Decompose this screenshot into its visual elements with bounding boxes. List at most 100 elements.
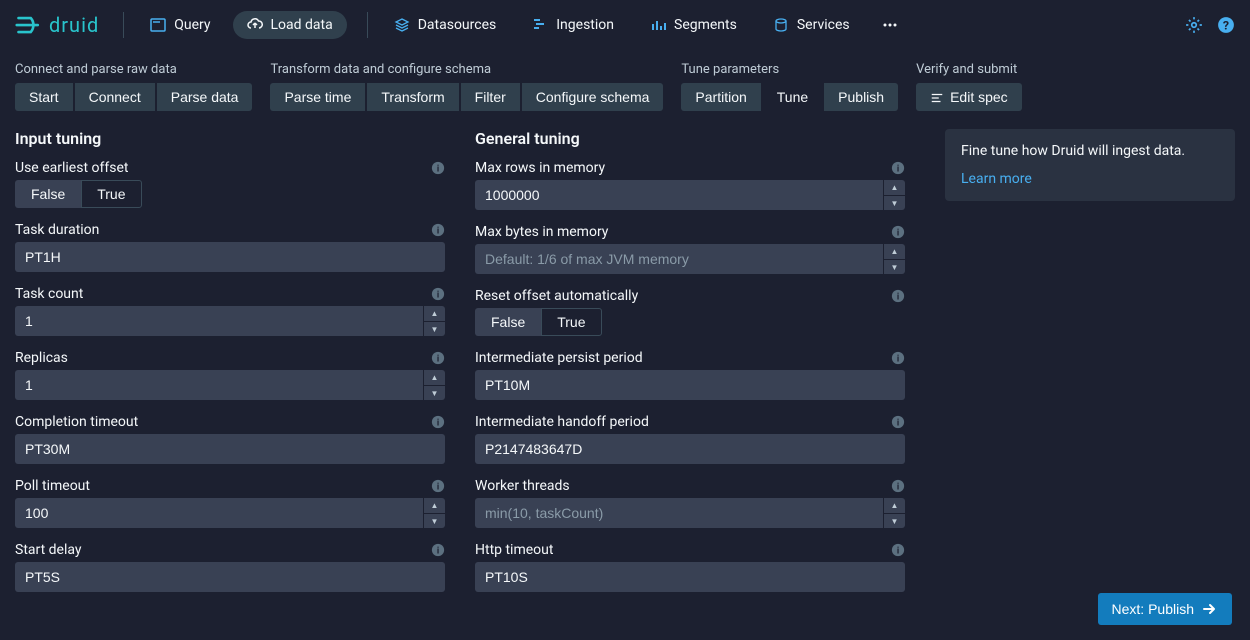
arrow-right-icon	[1202, 601, 1218, 617]
input-worker-threads[interactable]	[475, 498, 883, 528]
stage-parse-time[interactable]: Parse time	[270, 83, 365, 111]
svg-text:i: i	[437, 227, 439, 237]
spin-down[interactable]: ▼	[423, 386, 445, 401]
input-start-delay[interactable]	[15, 562, 445, 592]
input-replicas[interactable]	[15, 370, 423, 400]
svg-text:i: i	[897, 165, 899, 175]
spin-down[interactable]: ▼	[883, 260, 905, 275]
svg-text:i: i	[437, 483, 439, 493]
info-icon[interactable]: i	[431, 161, 445, 175]
toggle-true[interactable]: True	[81, 180, 141, 208]
svg-text:i: i	[437, 419, 439, 429]
nav-services[interactable]: Services	[759, 11, 864, 39]
input-max-bytes-memory[interactable]	[475, 244, 883, 274]
spin-down[interactable]: ▼	[883, 514, 905, 529]
input-intermediate-persist[interactable]	[475, 370, 905, 400]
stage-partition[interactable]: Partition	[681, 83, 760, 111]
info-icon[interactable]: i	[431, 543, 445, 557]
stage-connect[interactable]: Connect	[75, 83, 155, 111]
spin-up[interactable]: ▲	[423, 306, 445, 322]
field-worker-threads: Worker threads i ▲▼	[475, 478, 905, 528]
info-icon[interactable]: i	[891, 225, 905, 239]
stage-bar: Connect and parse raw data Start Connect…	[0, 50, 1250, 111]
input-poll-timeout[interactable]	[15, 498, 423, 528]
info-icon[interactable]: i	[891, 415, 905, 429]
layers-icon	[394, 17, 410, 33]
nav-load-data[interactable]: Load data	[233, 11, 347, 39]
spin-down[interactable]: ▼	[423, 322, 445, 337]
field-label: Intermediate handoff period	[475, 414, 649, 430]
field-replicas: Replicas i ▲▼	[15, 350, 445, 400]
info-icon[interactable]: i	[891, 479, 905, 493]
stage-group-connect: Connect and parse raw data Start Connect…	[15, 62, 252, 111]
info-icon[interactable]: i	[891, 543, 905, 557]
info-icon[interactable]: i	[431, 287, 445, 301]
input-task-count[interactable]	[15, 306, 423, 336]
field-start-delay: Start delay i	[15, 542, 445, 592]
field-intermediate-handoff: Intermediate handoff period i	[475, 414, 905, 464]
toggle-use-earliest-offset: False True	[15, 180, 445, 208]
stage-publish[interactable]: Publish	[824, 83, 898, 111]
field-intermediate-persist: Intermediate persist period i	[475, 350, 905, 400]
stage-edit-spec[interactable]: Edit spec	[916, 83, 1022, 111]
spin-up[interactable]: ▲	[423, 498, 445, 514]
input-task-duration[interactable]	[15, 242, 445, 272]
stacked-chart-icon	[650, 17, 666, 33]
input-intermediate-handoff[interactable]	[475, 434, 905, 464]
info-icon[interactable]: i	[891, 161, 905, 175]
druid-logo-text: druid	[49, 13, 99, 37]
field-label: Max bytes in memory	[475, 224, 608, 240]
stage-group-transform: Transform data and configure schema Pars…	[270, 62, 663, 111]
info-icon[interactable]: i	[891, 351, 905, 365]
spin-down[interactable]: ▼	[883, 196, 905, 211]
info-icon[interactable]: i	[431, 351, 445, 365]
learn-more-link[interactable]: Learn more	[961, 171, 1032, 187]
info-icon[interactable]: i	[431, 223, 445, 237]
info-icon[interactable]: i	[891, 289, 905, 303]
input-http-timeout[interactable]	[475, 562, 905, 592]
next-publish-button[interactable]: Next: Publish	[1098, 593, 1232, 625]
toggle-true[interactable]: True	[541, 308, 601, 336]
edit-spec-icon	[930, 91, 944, 105]
spin-up[interactable]: ▲	[883, 180, 905, 196]
spin-up[interactable]: ▲	[423, 370, 445, 386]
toggle-false[interactable]: False	[475, 308, 541, 336]
stage-start[interactable]: Start	[15, 83, 73, 111]
stage-parse-data[interactable]: Parse data	[157, 83, 253, 111]
input-tuning-column: Input tuning Use earliest offset i False…	[15, 129, 445, 602]
spin-down[interactable]: ▼	[423, 514, 445, 529]
spin-up[interactable]: ▲	[883, 498, 905, 514]
divider	[367, 12, 368, 38]
main-content: Input tuning Use earliest offset i False…	[0, 111, 1250, 602]
toggle-false[interactable]: False	[15, 180, 81, 208]
field-label: Intermediate persist period	[475, 350, 643, 366]
stage-configure-schema[interactable]: Configure schema	[522, 83, 664, 111]
input-max-rows-memory[interactable]	[475, 180, 883, 210]
field-reset-offset-auto: Reset offset automatically i False True	[475, 288, 905, 336]
stage-caption: Transform data and configure schema	[270, 62, 663, 77]
gear-icon[interactable]	[1185, 16, 1203, 34]
database-icon	[773, 17, 789, 33]
svg-text:i: i	[897, 483, 899, 493]
nav-more[interactable]	[872, 11, 908, 39]
help-icon[interactable]: ?	[1217, 16, 1235, 34]
help-panel: Fine tune how Druid will ingest data. Le…	[945, 129, 1235, 201]
top-navbar: druid Query Load data Datasources Ingest…	[0, 0, 1250, 50]
field-label: Start delay	[15, 542, 82, 558]
nav-ingestion[interactable]: Ingestion	[518, 11, 628, 39]
stage-filter[interactable]: Filter	[461, 83, 520, 111]
info-icon[interactable]: i	[431, 415, 445, 429]
info-icon[interactable]: i	[431, 479, 445, 493]
divider	[123, 12, 124, 38]
nav-segments[interactable]: Segments	[636, 11, 751, 39]
nav-query[interactable]: Query	[136, 11, 224, 39]
input-completion-timeout[interactable]	[15, 434, 445, 464]
field-completion-timeout: Completion timeout i	[15, 414, 445, 464]
stage-caption: Tune parameters	[681, 62, 898, 77]
svg-text:i: i	[897, 355, 899, 365]
spin-up[interactable]: ▲	[883, 244, 905, 260]
stage-transform[interactable]: Transform	[367, 83, 458, 111]
nav-right-icons: ?	[1185, 16, 1235, 34]
nav-datasources[interactable]: Datasources	[380, 11, 511, 39]
stage-tune[interactable]: Tune	[763, 83, 822, 111]
